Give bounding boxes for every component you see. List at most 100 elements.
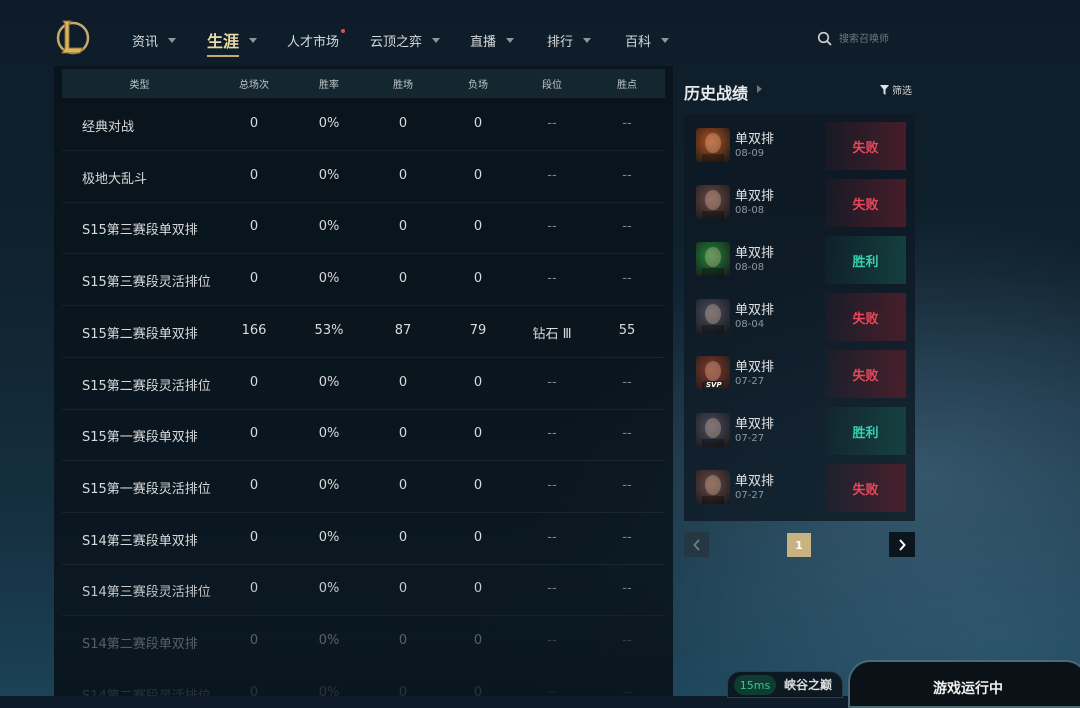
nav-item-talent-market-label: 人才市场 bbox=[287, 28, 346, 50]
nav-item-tft-label: 云顶之弈 bbox=[370, 34, 423, 50]
nav-item-wiki-label: 百科 bbox=[625, 34, 652, 50]
game-running-button[interactable]: 游戏运行中 bbox=[848, 660, 1080, 708]
row-queue-type: S15第三赛段单双排 bbox=[82, 223, 198, 239]
row-rank: -- bbox=[547, 633, 557, 648]
match-result-badge: 失败 bbox=[825, 122, 906, 170]
filter-button[interactable]: 筛选 bbox=[880, 82, 912, 97]
match-date: 07-27 bbox=[735, 376, 765, 387]
row-win-rate: 0% bbox=[318, 581, 340, 597]
row-wins: 0 bbox=[398, 477, 408, 493]
row-rank: -- bbox=[547, 219, 557, 235]
row-total-games: 0 bbox=[249, 167, 259, 183]
career-stats-table: 类型 总场次 胜率 胜场 负场 段位 胜点 经典对战 0 0% 0 0 -- -- 极地大乱斗… bbox=[54, 66, 673, 696]
nav-item-talent-market[interactable]: 人才市场 bbox=[287, 28, 346, 52]
chevron-down-icon bbox=[168, 37, 177, 43]
row-win-rate: 0% bbox=[318, 477, 340, 493]
chevron-down-icon bbox=[432, 37, 441, 43]
table-row: 极地大乱斗 0 0% 0 0 -- -- bbox=[62, 151, 665, 203]
match-entry[interactable]: 单双排 08-08 胜利 bbox=[684, 228, 915, 285]
match-entry[interactable]: 单双排 08-04 失败 bbox=[684, 285, 915, 342]
nav-item-wiki[interactable]: 百科 bbox=[625, 28, 670, 52]
chevron-right-icon[interactable] bbox=[757, 85, 762, 93]
table-row: 经典对战 0 0% 0 0 -- -- bbox=[62, 99, 665, 151]
row-queue-type: S15第一赛段单双排 bbox=[82, 430, 198, 446]
row-lp: -- bbox=[622, 219, 632, 235]
row-win-rate: 0% bbox=[318, 426, 340, 442]
table-row: S14第二赛段单双排 0 0% 0 0 -- -- bbox=[62, 616, 665, 668]
lol-logo-icon[interactable] bbox=[55, 18, 91, 56]
row-rank: -- bbox=[547, 271, 557, 287]
nav-item-live[interactable]: 直播 bbox=[470, 28, 515, 52]
match-result-badge: 失败 bbox=[825, 464, 906, 512]
match-date: 07-27 bbox=[735, 433, 765, 444]
row-wins: 87 bbox=[394, 322, 412, 338]
row-rank: -- bbox=[547, 581, 557, 597]
row-losses: 0 bbox=[473, 167, 483, 183]
match-entry[interactable]: 单双排 08-09 失败 bbox=[684, 114, 915, 171]
row-lp: -- bbox=[622, 633, 632, 648]
row-win-rate: 0% bbox=[318, 529, 340, 545]
row-losses: 0 bbox=[473, 477, 483, 493]
row-total-games: 0 bbox=[249, 219, 259, 235]
row-total-games: 0 bbox=[249, 477, 259, 493]
nav-item-news[interactable]: 资讯 bbox=[132, 28, 177, 52]
nav-item-ranking[interactable]: 排行 bbox=[547, 28, 592, 52]
champion-avatar bbox=[696, 299, 730, 333]
row-lp: -- bbox=[622, 477, 632, 493]
row-wins: 0 bbox=[398, 374, 408, 390]
champion-avatar: SVP bbox=[696, 356, 730, 390]
header-win-rate: 胜率 bbox=[319, 80, 339, 91]
nav-item-career[interactable]: 生涯 bbox=[207, 28, 258, 57]
notification-dot-icon bbox=[341, 28, 346, 33]
match-entry[interactable]: 单双排 07-27 失败 bbox=[684, 456, 915, 513]
page-number-button[interactable]: 1 bbox=[787, 533, 811, 557]
row-wins: 0 bbox=[398, 684, 408, 696]
search-input[interactable] bbox=[837, 32, 921, 46]
summoner-search[interactable] bbox=[807, 26, 927, 52]
match-queue-mode: 单双排 bbox=[735, 189, 775, 204]
match-entry[interactable]: 单双排 07-27 胜利 bbox=[684, 399, 915, 456]
row-wins: 0 bbox=[398, 116, 408, 131]
match-history-list: 单双排 08-09 失败 单双排 08-08 失败 单双排 08-08 胜利 单双排 08-04 失败… bbox=[684, 114, 915, 521]
row-queue-type: 极地大乱斗 bbox=[82, 171, 148, 187]
prev-page-button[interactable] bbox=[684, 532, 709, 557]
row-total-games: 0 bbox=[249, 633, 259, 648]
row-losses: 0 bbox=[473, 374, 483, 390]
row-win-rate: 0% bbox=[318, 116, 340, 131]
row-wins: 0 bbox=[398, 633, 408, 648]
champion-avatar bbox=[696, 413, 730, 447]
row-win-rate: 0% bbox=[318, 633, 340, 648]
table-row: S15第一赛段单双排 0 0% 0 0 -- -- bbox=[62, 409, 665, 462]
row-queue-type: S14第三赛段单双排 bbox=[82, 533, 198, 549]
chevron-down-icon bbox=[249, 37, 258, 43]
row-win-rate: 0% bbox=[318, 374, 340, 390]
row-win-rate: 0% bbox=[318, 167, 340, 183]
row-queue-type: S15第一赛段灵活排位 bbox=[82, 481, 211, 497]
table-row: S15第三赛段灵活排位 0 0% 0 0 -- -- bbox=[62, 254, 665, 307]
match-result-badge: 失败 bbox=[825, 350, 906, 398]
row-lp: -- bbox=[622, 167, 632, 183]
table-row: S15第二赛段灵活排位 0 0% 0 0 -- -- bbox=[62, 358, 665, 410]
row-queue-type: S14第三赛段灵活排位 bbox=[82, 585, 211, 601]
match-entry[interactable]: 单双排 08-08 失败 bbox=[684, 171, 915, 228]
row-losses: 0 bbox=[473, 581, 483, 597]
nav-item-tft[interactable]: 云顶之弈 bbox=[370, 28, 441, 52]
filter-icon bbox=[880, 84, 889, 95]
match-history-title[interactable]: 历史战绩 bbox=[684, 80, 748, 104]
row-total-games: 0 bbox=[249, 271, 259, 287]
row-lp: -- bbox=[622, 529, 632, 545]
match-entry[interactable]: SVP 单双排 07-27 失败 bbox=[684, 342, 915, 399]
row-losses: 0 bbox=[473, 633, 483, 648]
row-lp: -- bbox=[622, 581, 632, 597]
header-total-games: 总场次 bbox=[239, 80, 269, 91]
champion-avatar bbox=[696, 185, 730, 219]
search-icon bbox=[817, 31, 832, 46]
nav-item-news-label: 资讯 bbox=[132, 34, 159, 50]
row-rank: -- bbox=[547, 116, 557, 131]
next-page-button[interactable] bbox=[889, 532, 915, 557]
top-navigation-bar: 资讯 生涯 人才市场 云顶之弈 直播 排行 百科 bbox=[0, 0, 1080, 66]
row-total-games: 166 bbox=[241, 322, 267, 338]
match-date: 08-04 bbox=[735, 319, 765, 330]
server-status[interactable]: 15ms 峡谷之巅 bbox=[727, 671, 843, 698]
table-row: S15第二赛段单双排 166 53% 87 79 钻石 Ⅲ 55 bbox=[62, 306, 665, 358]
